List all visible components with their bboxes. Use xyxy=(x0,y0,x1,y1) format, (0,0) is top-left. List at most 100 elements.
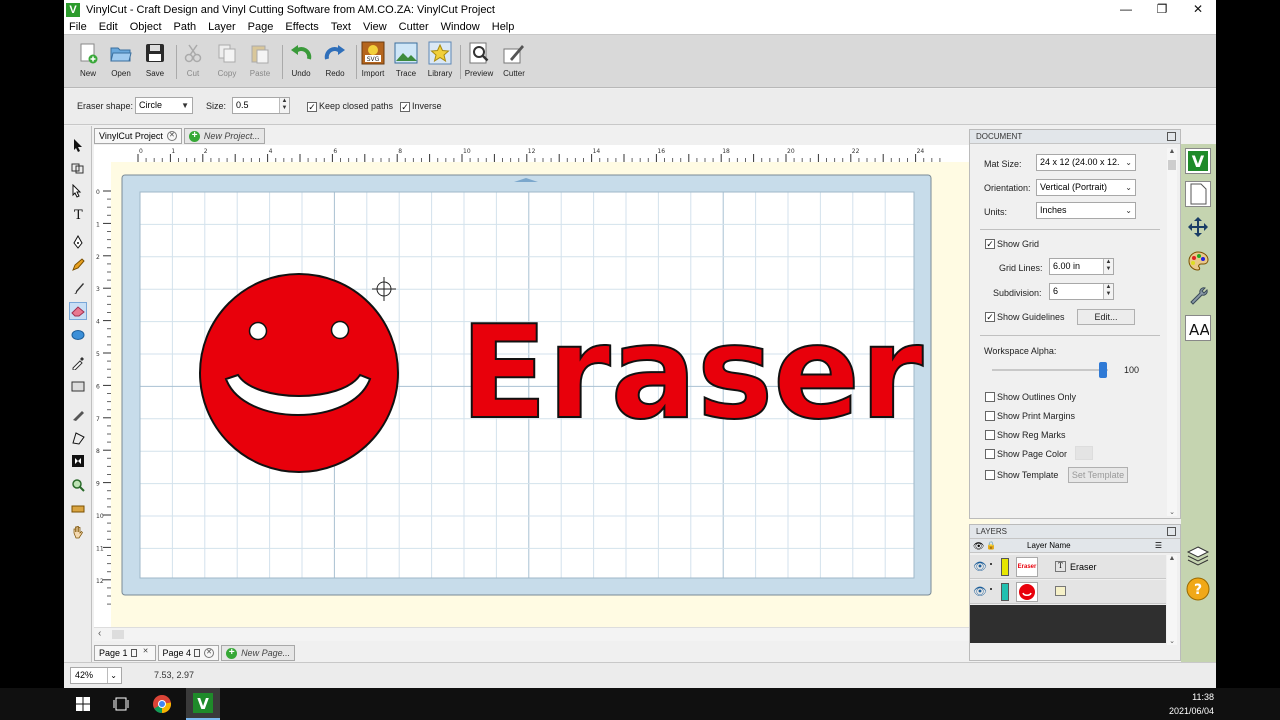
visibility-eye-icon[interactable]: 👁 xyxy=(973,585,987,598)
library-button[interactable]: Library xyxy=(424,41,456,78)
menu-file[interactable]: File xyxy=(69,21,87,33)
transform-panel-button[interactable] xyxy=(1185,214,1211,240)
text-tool[interactable]: T xyxy=(69,205,87,223)
eraser-shape-select[interactable]: Circle ▼ xyxy=(135,97,193,114)
select-arrow-tool[interactable] xyxy=(69,136,87,154)
tab-vinylcut-project[interactable]: VinylCut Project ✕ xyxy=(94,128,182,144)
preview-button[interactable]: Preview xyxy=(463,41,495,78)
windows-start-icon[interactable] xyxy=(76,697,90,711)
layer-row-eraser[interactable]: 👁 Eraser T Eraser xyxy=(970,555,1166,579)
undo-button[interactable]: Undo xyxy=(285,41,317,78)
show-guidelines-checkbox[interactable]: ✓ xyxy=(985,312,995,322)
scroll-thumb[interactable] xyxy=(1168,160,1176,170)
mat-size-select[interactable]: 24 x 12 (24.00 x 12. ⌄ xyxy=(1036,154,1136,171)
menu-layer[interactable]: Layer xyxy=(208,21,236,33)
spin-arrows-icon[interactable]: ▲ ▼ xyxy=(1103,259,1113,274)
show-outlines-only-checkbox[interactable] xyxy=(985,392,995,402)
pencil-tool[interactable] xyxy=(69,256,87,274)
menu-view[interactable]: View xyxy=(363,21,387,33)
zoom-tool[interactable] xyxy=(69,476,87,494)
document-panel-scrollbar[interactable]: ▲ ⌄ xyxy=(1167,148,1177,516)
redo-button[interactable]: Redo xyxy=(319,41,351,78)
new-button[interactable]: New xyxy=(72,41,104,78)
brush-tool[interactable] xyxy=(69,279,87,297)
menu-window[interactable]: Window xyxy=(441,21,480,33)
design-canvas[interactable]: 0 1 2 4 6 8 10 12 14 16 18 20 22 24 0123456789101112 … xyxy=(94,145,1010,627)
ellipse-tool[interactable] xyxy=(69,326,87,344)
mirror-tool[interactable] xyxy=(69,452,87,470)
system-clock[interactable]: 11:38 2021/06/04 xyxy=(1169,690,1214,718)
scroll-down-icon[interactable]: ⌄ xyxy=(1167,637,1177,645)
vinylcut-taskbar-button[interactable]: V xyxy=(186,688,220,720)
lock-dot[interactable] xyxy=(990,563,992,565)
maximize-button[interactable]: ❐ xyxy=(1144,0,1180,20)
menu-page[interactable]: Page xyxy=(248,21,274,33)
help-button[interactable]: ? xyxy=(1185,576,1211,602)
show-print-margins-checkbox[interactable] xyxy=(985,411,995,421)
layer-color-swatch[interactable] xyxy=(1001,558,1009,576)
menu-help[interactable]: Help xyxy=(492,21,515,33)
zoom-select[interactable]: 42% ⌄ xyxy=(70,667,122,684)
units-select[interactable]: Inches ⌄ xyxy=(1036,202,1136,219)
menu-cutter[interactable]: Cutter xyxy=(399,21,429,33)
menu-object[interactable]: Object xyxy=(130,21,162,33)
text-panel-button[interactable]: AA xyxy=(1185,315,1211,341)
measure-tool[interactable] xyxy=(69,500,87,518)
menu-path[interactable]: Path xyxy=(174,21,197,33)
scroll-left-icon[interactable]: ‹ xyxy=(98,628,101,639)
spin-arrows-icon[interactable]: ▲ ▼ xyxy=(1103,284,1113,299)
workspace-alpha-slider-thumb[interactable] xyxy=(1099,362,1107,378)
weld-tool[interactable] xyxy=(69,159,87,177)
scroll-up-icon[interactable]: ▲ xyxy=(1167,555,1177,562)
tab-page-4[interactable]: Page 4 ✕ xyxy=(157,645,220,661)
layers-menu-icon[interactable]: ☰ xyxy=(1155,539,1162,553)
layer-row-smiley[interactable]: 👁 xyxy=(970,580,1166,604)
tab-new-project[interactable]: + New Project... xyxy=(183,128,265,144)
color-panel-button[interactable] xyxy=(1185,248,1211,274)
layers-panel-button[interactable] xyxy=(1185,542,1211,568)
tools-panel-button[interactable] xyxy=(1185,281,1211,307)
pen-tool[interactable] xyxy=(69,233,87,251)
scroll-up-icon[interactable]: ▲ xyxy=(1167,148,1177,155)
grid-lines-stepper[interactable]: 6.00 in ▲ ▼ xyxy=(1049,258,1114,275)
menu-text[interactable]: Text xyxy=(331,21,351,33)
eyedropper-tool[interactable] xyxy=(69,354,87,372)
scroll-down-icon[interactable]: ⌄ xyxy=(1167,508,1177,516)
dock-panel-icon[interactable] xyxy=(1167,132,1176,141)
show-reg-marks-checkbox[interactable] xyxy=(985,430,995,440)
document-panel-button[interactable] xyxy=(1185,181,1211,207)
transform-tool[interactable] xyxy=(69,429,87,447)
canvas-area[interactable]: 0 1 2 4 6 8 10 12 14 16 18 20 22 24 0 1 2 3 4 5 6 7 8 9 10 11 12 … xyxy=(94,145,1020,641)
paste-button[interactable]: Paste xyxy=(244,41,276,78)
minimize-button[interactable]: — xyxy=(1108,0,1144,20)
visibility-eye-icon[interactable]: 👁 xyxy=(973,560,987,573)
size-stepper[interactable]: 0.5 ▲ ▼ xyxy=(232,97,290,114)
dock-panel-icon[interactable] xyxy=(1167,527,1176,536)
keep-closed-paths-checkbox[interactable]: ✓ xyxy=(307,102,317,112)
layers-scrollbar[interactable]: ▲ ⌄ xyxy=(1167,555,1177,645)
close-window-button[interactable]: ✕ xyxy=(1180,0,1216,20)
task-view-icon[interactable] xyxy=(113,697,129,711)
save-button[interactable]: Save xyxy=(139,41,171,78)
smiley-face[interactable] xyxy=(199,273,399,473)
menu-effects[interactable]: Effects xyxy=(285,21,318,33)
vinylcut-panel-button[interactable]: V xyxy=(1185,148,1211,174)
tab-page-1[interactable]: Page 1 ✕ xyxy=(94,645,156,661)
copy-button[interactable]: Copy xyxy=(211,41,243,78)
show-grid-checkbox[interactable]: ✓ xyxy=(985,239,995,249)
orientation-select[interactable]: Vertical (Portrait) ⌄ xyxy=(1036,179,1136,196)
tab-new-page[interactable]: + New Page... xyxy=(221,645,296,661)
import-button[interactable]: SVG Import xyxy=(357,41,389,78)
eraser-text-object[interactable]: Eraser xyxy=(459,298,924,449)
show-page-color-checkbox[interactable] xyxy=(985,449,995,459)
page-color-swatch[interactable] xyxy=(1075,446,1093,460)
chrome-browser-icon[interactable] xyxy=(152,694,172,714)
knife-tool[interactable] xyxy=(69,406,87,424)
lock-dot[interactable] xyxy=(990,588,992,590)
show-template-checkbox[interactable] xyxy=(985,470,995,480)
eraser-tool[interactable] xyxy=(69,302,87,320)
menu-edit[interactable]: Edit xyxy=(99,21,118,33)
workspace-alpha-slider[interactable] xyxy=(992,369,1108,371)
trace-button[interactable]: Trace xyxy=(390,41,422,78)
smiley-shape[interactable] xyxy=(199,273,399,473)
